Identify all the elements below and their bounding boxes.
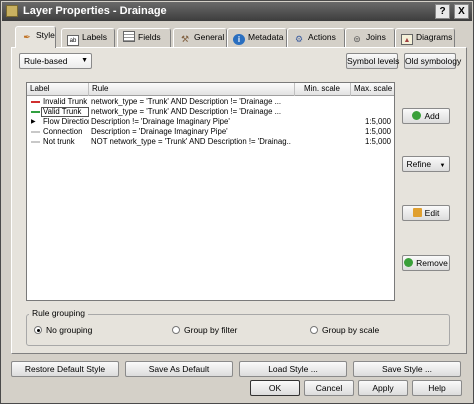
window-title: Layer Properties - Drainage xyxy=(23,5,167,17)
rule-max-scale: 1:5,000 xyxy=(364,127,391,136)
tab-fields[interactable]: Fields xyxy=(117,28,171,47)
rule-max-scale: 1:5,000 xyxy=(364,137,391,146)
tab-actions[interactable]: ⚙ Actions xyxy=(287,28,345,47)
renderer-select-value: Rule-based xyxy=(24,56,68,66)
remove-rule-button[interactable]: Remove xyxy=(402,255,450,271)
help-button[interactable]: Help xyxy=(412,380,462,396)
table-icon xyxy=(123,31,135,42)
rule-grouping-title: Rule grouping xyxy=(29,308,88,318)
joins-icon: ⊜ xyxy=(353,34,361,44)
renderer-select[interactable]: Rule-based ▼ xyxy=(19,53,92,69)
column-header-rule[interactable]: Rule xyxy=(89,83,295,96)
rule-label: Not trunk xyxy=(43,137,75,146)
pencil-icon xyxy=(412,208,422,217)
column-header-min-scale[interactable]: Min. scale xyxy=(295,83,351,96)
radio-group-by-scale[interactable]: Group by scale xyxy=(310,325,379,335)
table-row[interactable]: Valid Trunk network_type = 'Trunk' AND D… xyxy=(27,107,394,117)
restore-default-style-button[interactable]: Restore Default Style xyxy=(11,361,119,377)
add-rule-button[interactable]: Add xyxy=(402,108,450,124)
help-title-button[interactable]: ? xyxy=(435,4,450,19)
column-header-label[interactable]: Label xyxy=(27,83,89,96)
refine-rule-button[interactable]: Refine ▼ xyxy=(402,156,450,172)
rule-expression: Description != 'Drainage Imaginary Pipe' xyxy=(91,117,230,126)
plus-icon xyxy=(412,111,422,120)
tab-labels[interactable]: ab Labels xyxy=(61,28,115,47)
tab-diagrams[interactable]: ▲ Diagrams xyxy=(395,28,455,47)
title-bar[interactable]: Layer Properties - Drainage ? X xyxy=(2,2,472,21)
diagram-icon: ▲ xyxy=(401,34,413,45)
radio-group-by-filter[interactable]: Group by filter xyxy=(172,325,237,335)
info-icon: i xyxy=(233,34,245,45)
table-row[interactable]: Connection Description = 'Drainage Imagi… xyxy=(27,127,394,137)
table-row[interactable]: ▶ Flow Direction Description != 'Drainag… xyxy=(27,117,394,127)
symbol-swatch xyxy=(31,111,40,113)
tab-metadata[interactable]: i Metadata xyxy=(227,28,287,47)
gear-icon: ⚙ xyxy=(294,34,304,44)
symbol-swatch xyxy=(31,101,40,103)
rule-label-editor[interactable]: Valid Trunk xyxy=(41,107,89,117)
rule-label: Connection xyxy=(43,127,83,136)
edit-rule-button[interactable]: Edit xyxy=(402,205,450,221)
chevron-down-icon: ▼ xyxy=(81,57,88,64)
save-as-default-button[interactable]: Save As Default xyxy=(125,361,233,377)
column-header-max-scale[interactable]: Max. scale xyxy=(351,83,394,96)
table-row[interactable]: Not trunk NOT network_type = 'Trunk' AND… xyxy=(27,137,394,147)
layer-properties-window: Layer Properties - Drainage ? X ✒ Style a… xyxy=(0,0,474,404)
chevron-down-icon: ▼ xyxy=(439,163,446,169)
old-symbology-button[interactable]: Old symbology xyxy=(404,53,461,69)
symbol-swatch xyxy=(31,131,40,133)
tab-joins[interactable]: ⊜ Joins xyxy=(345,28,395,47)
ok-button[interactable]: OK xyxy=(250,380,300,396)
minus-icon xyxy=(404,258,414,267)
radio-indicator xyxy=(172,326,180,334)
labels-icon: ab xyxy=(67,35,79,46)
load-style-button[interactable]: Load Style ... xyxy=(239,361,347,377)
radio-no-grouping[interactable]: No grouping xyxy=(34,325,92,335)
rule-expression: network_type = 'Trunk' AND Description !… xyxy=(91,107,282,116)
save-style-button[interactable]: Save Style ... xyxy=(353,361,461,377)
radio-selected-indicator xyxy=(34,326,42,334)
apply-button[interactable]: Apply xyxy=(358,380,408,396)
rule-expression: Description = 'Drainage Imaginary Pipe' xyxy=(91,127,228,136)
brush-icon: ✒ xyxy=(23,32,31,42)
rule-label: Flow Direction xyxy=(43,117,89,126)
radio-indicator xyxy=(310,326,318,334)
symbol-levels-button[interactable]: Symbol levels xyxy=(346,53,399,69)
rules-table: Label Rule Min. scale Max. scale Invalid… xyxy=(26,82,395,301)
rule-label: Invalid Trunk xyxy=(43,97,88,106)
cancel-button[interactable]: Cancel xyxy=(304,380,354,396)
rules-table-header: Label Rule Min. scale Max. scale xyxy=(27,83,394,96)
rule-expression: network_type = 'Trunk' AND Description !… xyxy=(91,97,282,106)
tools-icon: ⚒ xyxy=(180,34,190,44)
rule-max-scale: 1:5,000 xyxy=(364,117,391,126)
layer-icon xyxy=(6,5,18,17)
expand-arrow-icon[interactable]: ▶ xyxy=(31,117,36,127)
tab-style[interactable]: ✒ Style xyxy=(15,26,56,48)
table-row[interactable]: Invalid Trunk network_type = 'Trunk' AND… xyxy=(27,97,394,107)
close-title-button[interactable]: X xyxy=(454,4,469,19)
symbol-swatch xyxy=(31,141,40,143)
tab-general[interactable]: ⚒ General xyxy=(173,28,227,47)
rule-expression: NOT network_type = 'Trunk' AND Descripti… xyxy=(91,137,291,146)
